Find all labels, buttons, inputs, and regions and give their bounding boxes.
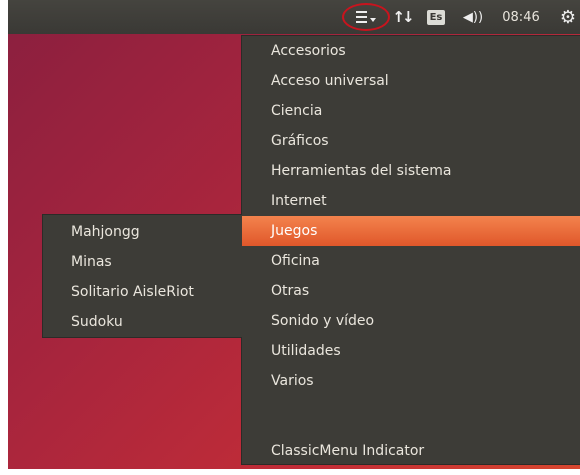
menu-item-label: Internet [271,193,327,209]
menu-item-label: Acceso universal [271,73,389,89]
submenu-item-minas[interactable]: Minas [43,247,242,277]
submenu-item-mahjongg[interactable]: Mahjongg [43,217,242,247]
juegos-submenu: Mahjongg Minas Solitario AisleRiot Sudok… [42,214,242,338]
menu-item-acceso-universal[interactable]: Acceso universal › [242,66,580,96]
keyboard-layout-indicator[interactable]: Es [426,0,446,34]
menu-item-herramientas[interactable]: Herramientas del sistema › [242,156,580,186]
menu-item-graficos[interactable]: Gráficos › [242,126,580,156]
menu-item-label: Herramientas del sistema [271,163,452,179]
menu-item-label: Varios [271,373,314,389]
submenu-item-sudoku[interactable]: Sudoku [43,307,242,337]
menu-item-oficina[interactable]: Oficina › [242,246,580,276]
menu-item-label: Accesorios [271,43,346,59]
submenu-item-solitario[interactable]: Solitario AisleRiot [43,277,242,307]
keyboard-layout-label: Es [426,9,446,25]
menu-item-varios[interactable]: Varios › [242,366,580,396]
menu-item-label: Oficina [271,253,320,269]
menu-separator [242,396,580,436]
gear-icon[interactable]: ⚙ [556,0,580,34]
menu-item-label: Sonido y vídeo [271,313,375,329]
menu-item-otras[interactable]: Otras › [242,276,580,306]
menu-item-classicmenu-indicator[interactable]: ClassicMenu Indicator › [242,436,580,466]
menu-item-label: ClassicMenu Indicator [271,443,425,459]
top-panel: ↑↓ Es ◀)) 08:46 ⚙ [8,0,580,34]
menu-item-label: Ciencia [271,103,323,119]
network-arrows-icon[interactable]: ↑↓ [390,0,414,34]
menu-item-label: Gráficos [271,133,329,149]
menu-item-label: Juegos [271,223,318,239]
desktop: ↑↓ Es ◀)) 08:46 ⚙ Accesorios › Acceso un… [8,0,580,469]
menu-item-sonido-video[interactable]: Sonido y vídeo › [242,306,580,336]
menu-item-accesorios[interactable]: Accesorios › [242,36,580,66]
menu-item-label: Otras [271,283,310,299]
volume-icon[interactable]: ◀)) [458,0,488,34]
menu-item-label: Utilidades [271,343,341,359]
menu-item-juegos[interactable]: Juegos › [242,216,580,246]
menu-item-ciencia[interactable]: Ciencia › [242,96,580,126]
hamburger-menu-icon[interactable] [352,0,380,34]
classic-menu: Accesorios › Acceso universal › Ciencia … [241,35,580,465]
menu-item-utilidades[interactable]: Utilidades › [242,336,580,366]
menu-item-internet[interactable]: Internet › [242,186,580,216]
clock[interactable]: 08:46 [498,0,544,34]
